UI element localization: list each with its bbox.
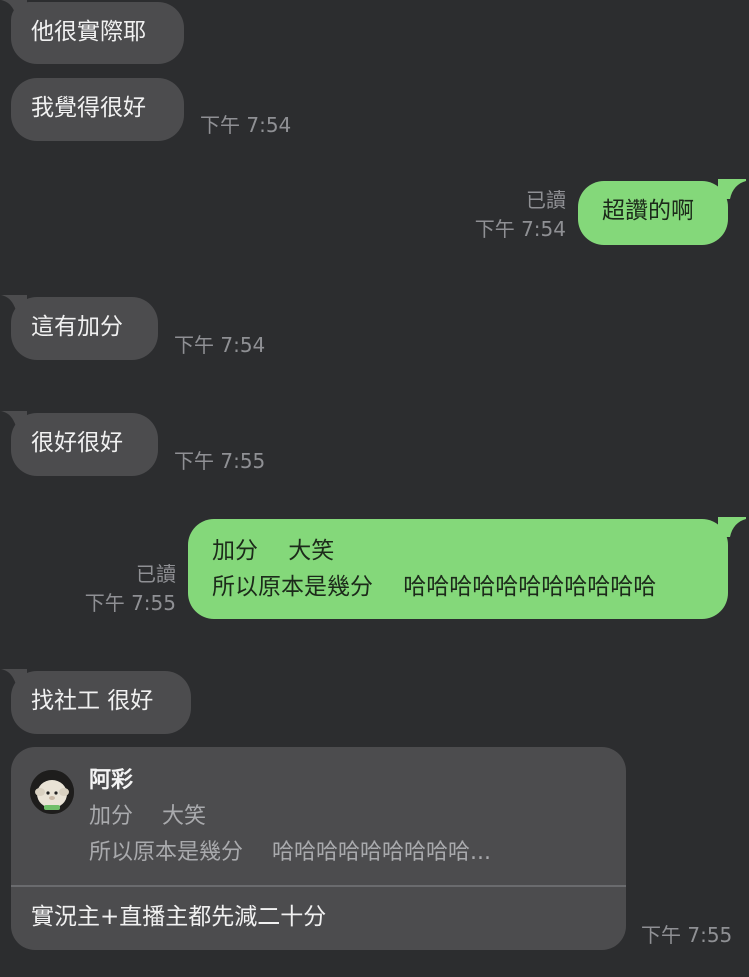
message-text: 超讚的啊 [602, 198, 694, 224]
quoted-reply-bubble[interactable]: 阿彩 加分 大笑 所以原本是幾分 哈哈哈哈哈哈哈哈哈... 實況主+直播主都先減… [11, 747, 626, 950]
read-receipt: 已讀 [136, 562, 176, 586]
message-timestamp: 下午 7:55 [84, 591, 176, 615]
message-text-line: 加分 大笑 [212, 538, 335, 564]
incoming-message-bubble[interactable]: 他很實際耶 [1, 0, 184, 64]
quoted-text-line: 所以原本是幾分 哈哈哈哈哈哈哈哈哈... [89, 840, 491, 865]
bubble-tail-icon [718, 517, 746, 537]
quoted-text-line: 加分 大笑 [89, 804, 206, 829]
incoming-message-bubble[interactable]: 很好很好 [1, 411, 158, 476]
message-timestamp: 下午 7:54 [200, 113, 292, 137]
message-text: 這有加分 [31, 314, 123, 340]
message-timestamp: 下午 7:55 [641, 923, 733, 947]
message-text-line: 所以原本是幾分 哈哈哈哈哈哈哈哈哈哈哈 [212, 574, 657, 600]
quoted-message-preview[interactable]: 阿彩 加分 大笑 所以原本是幾分 哈哈哈哈哈哈哈哈哈... [11, 747, 626, 885]
bubble-tail-icon [1, 669, 27, 687]
bubble-tail-icon [1, 0, 27, 18]
incoming-message-bubble[interactable]: 找社工 很好 [1, 669, 191, 734]
message-text: 我覺得很好 [31, 95, 146, 121]
bubble-tail-icon [1, 295, 27, 313]
quote-divider [11, 885, 626, 887]
message-timestamp: 下午 7:54 [174, 333, 266, 357]
outgoing-message-bubble[interactable]: 加分 大笑 所以原本是幾分 哈哈哈哈哈哈哈哈哈哈哈 [188, 517, 746, 619]
bubble-tail-icon [1, 411, 27, 429]
message-timestamp: 下午 7:54 [474, 217, 566, 241]
incoming-message-bubble[interactable]: 這有加分 [1, 295, 158, 360]
incoming-message-bubble[interactable]: 我覺得很好 [11, 78, 184, 141]
read-receipt: 已讀 [526, 188, 566, 212]
reply-message-text: 實況主+直播主都先減二十分 [31, 904, 327, 930]
bubble-tail-icon [718, 179, 746, 199]
message-text: 很好很好 [31, 430, 123, 456]
message-text: 他很實際耶 [31, 19, 146, 45]
outgoing-message-bubble[interactable]: 超讚的啊 [578, 179, 746, 245]
quoted-author-name: 阿彩 [89, 768, 134, 793]
sheep-plush-avatar-icon[interactable] [30, 770, 74, 814]
message-timestamp: 下午 7:55 [174, 449, 266, 473]
message-text: 找社工 很好 [31, 688, 154, 714]
